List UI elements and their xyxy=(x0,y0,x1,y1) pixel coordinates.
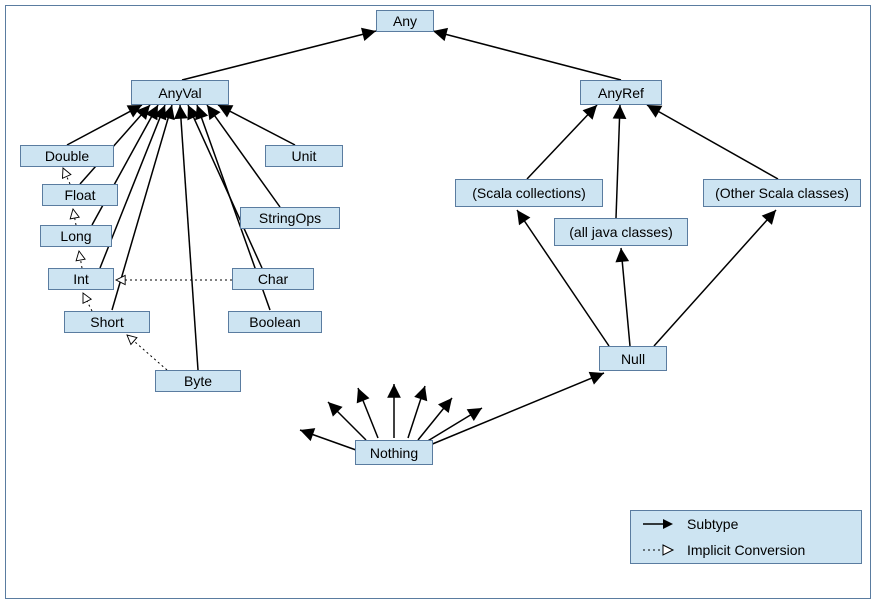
legend: Subtype Implicit Conversion xyxy=(630,510,862,564)
label: (all java classes) xyxy=(569,224,672,240)
node-short: Short xyxy=(64,311,150,333)
node-float: Float xyxy=(42,184,118,206)
node-null: Null xyxy=(599,346,667,371)
label: Float xyxy=(64,187,95,203)
node-long: Long xyxy=(40,225,112,247)
label: Double xyxy=(45,148,89,164)
node-double: Double xyxy=(20,145,114,167)
legend-row-implicit: Implicit Conversion xyxy=(631,537,861,563)
node-int: Int xyxy=(48,268,114,290)
label: Short xyxy=(90,314,123,330)
arrow-solid-icon xyxy=(641,517,675,531)
label: Char xyxy=(258,271,288,287)
node-nothing: Nothing xyxy=(355,440,433,465)
node-stringops: StringOps xyxy=(240,207,340,229)
label: StringOps xyxy=(259,210,321,226)
label: Byte xyxy=(184,373,212,389)
label: Unit xyxy=(292,148,317,164)
node-scalacollections: (Scala collections) xyxy=(455,179,603,207)
node-anyval: AnyVal xyxy=(131,80,229,105)
node-alljavaclasses: (all java classes) xyxy=(554,218,688,246)
legend-label: Subtype xyxy=(687,516,738,532)
legend-label: Implicit Conversion xyxy=(687,542,805,558)
legend-row-subtype: Subtype xyxy=(631,511,861,537)
node-boolean: Boolean xyxy=(228,311,322,333)
node-otherscalaclasses: (Other Scala classes) xyxy=(703,179,861,207)
node-anyref: AnyRef xyxy=(580,80,662,105)
node-char: Char xyxy=(232,268,314,290)
label: AnyVal xyxy=(158,85,201,101)
label: Boolean xyxy=(249,314,300,330)
node-any: Any xyxy=(376,10,434,32)
node-unit: Unit xyxy=(265,145,343,167)
label: Any xyxy=(393,13,417,29)
arrow-dashed-icon xyxy=(641,543,675,557)
label: (Other Scala classes) xyxy=(715,185,849,201)
label: AnyRef xyxy=(598,85,644,101)
label: Nothing xyxy=(370,445,418,461)
label: Long xyxy=(60,228,91,244)
node-byte: Byte xyxy=(155,370,241,392)
label: (Scala collections) xyxy=(472,185,586,201)
label: Int xyxy=(73,271,89,287)
label: Null xyxy=(621,351,645,367)
